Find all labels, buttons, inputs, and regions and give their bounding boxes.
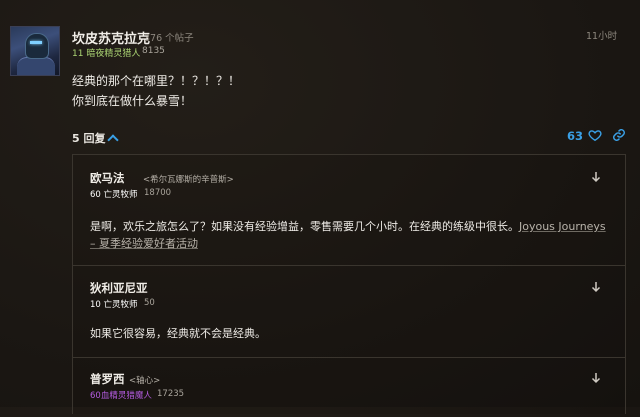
post-count: 376 个帖子: [144, 33, 194, 44]
reply: 欧马法 <希尔瓦娜斯的辛普斯> 60 亡灵牧师 18700 是啊，欢乐之旅怎么了…: [73, 155, 625, 266]
reply-text: 如果它很容易，经典就不会是经典。: [90, 327, 266, 340]
avatar[interactable]: [10, 26, 60, 76]
post-timestamp[interactable]: 11小时: [586, 28, 617, 42]
reply-author-class: 60血精灵猎魔人: [90, 391, 152, 401]
like-count: 63: [567, 129, 584, 143]
chevron-up-icon: [107, 134, 120, 146]
arrow-down-icon[interactable]: [591, 171, 601, 183]
author-points: 8135: [142, 46, 165, 56]
arrow-down-icon[interactable]: [591, 281, 601, 293]
replies-thread: 欧马法 <希尔瓦娜斯的辛普斯> 60 亡灵牧师 18700 是啊，欢乐之旅怎么了…: [72, 154, 626, 414]
forum-post: 坎皮苏克拉克 376 个帖子 11 暗夜精灵猎人 8135 11小时 经典的那个…: [0, 0, 640, 150]
reply-guild: <轴心>: [129, 376, 161, 386]
post-body-line: 你到底在做什么暴雪！: [72, 94, 193, 108]
link-icon[interactable]: [612, 128, 626, 142]
reply-author-points: 17235: [157, 389, 185, 399]
reply-author-points: 18700: [144, 188, 172, 198]
reply-guild: <希尔瓦娜斯的辛普斯>: [143, 175, 234, 185]
reply-author-points: 50: [144, 298, 155, 308]
arrow-down-icon[interactable]: [591, 372, 601, 384]
heart-icon[interactable]: [588, 128, 602, 142]
reply-text: 是啊，欢乐之旅怎么了？如果没有经验增益，零售需要几个小时。在经典的练级中很长。J…: [90, 218, 610, 252]
author-class: 11 暗夜精灵猎人: [72, 49, 141, 59]
reply-author[interactable]: 欧马法: [90, 170, 125, 186]
reply-author-class: 60 亡灵牧师: [90, 190, 138, 200]
post-body-line: 经典的那个在哪里？！？！？！: [72, 74, 241, 88]
replies-count: 5 回复: [72, 132, 106, 145]
reply-body: 是啊，欢乐之旅怎么了？如果没有经验增益，零售需要几个小时。在经典的练级中很长。: [90, 220, 519, 233]
replies-toggle[interactable]: 5 回复: [72, 130, 120, 146]
reply-author[interactable]: 普罗西: [90, 371, 125, 387]
reply: 普罗西 <轴心> 60血精灵猎魔人 17235: [73, 357, 625, 417]
post-author[interactable]: 坎皮苏克拉克: [72, 28, 150, 47]
reply: 狄利亚尼亚 10 亡灵牧师 50 如果它很容易，经典就不会是经典。: [73, 265, 625, 358]
reply-author-class: 10 亡灵牧师: [90, 300, 138, 310]
reply-author[interactable]: 狄利亚尼亚: [90, 280, 148, 296]
